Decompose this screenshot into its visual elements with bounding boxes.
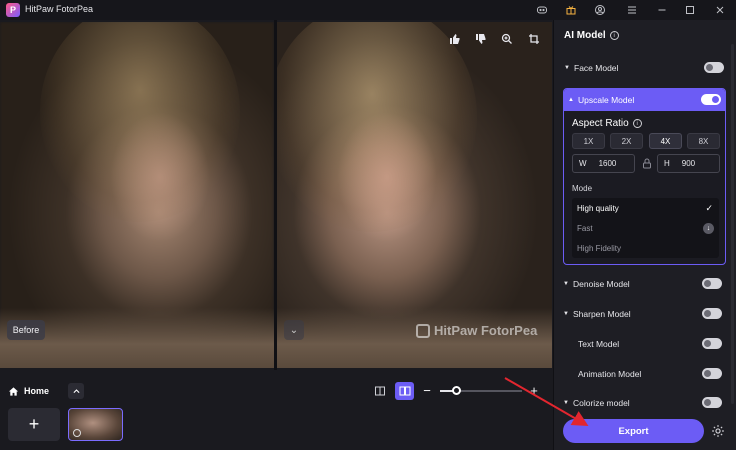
text-model-label: Text Model — [578, 339, 620, 349]
aspect-ratio-title: Aspect Ratio i — [572, 118, 642, 129]
settings-icon[interactable] — [711, 424, 725, 438]
thumbs-down-icon[interactable] — [473, 31, 489, 47]
caret-down-icon: ▼ — [563, 400, 569, 406]
aspect-ratio-label: Aspect Ratio — [572, 118, 629, 129]
check-icon: ✓ — [705, 202, 713, 213]
animation-model-row[interactable]: Animation Model — [563, 363, 722, 385]
animation-model-toggle[interactable] — [702, 368, 722, 379]
info-icon[interactable]: i — [609, 31, 619, 40]
gift-icon[interactable] — [563, 2, 579, 18]
zoom-slider-handle[interactable] — [452, 386, 461, 395]
height-field[interactable]: H 900 — [657, 154, 720, 173]
width-field[interactable]: W 1600 — [572, 154, 635, 173]
upscale-model-label: Upscale Model — [578, 95, 635, 105]
image-thumbnail[interactable] — [68, 408, 123, 441]
export-button[interactable]: Export — [563, 419, 704, 443]
upscale-model-toggle[interactable] — [701, 94, 721, 105]
denoise-model-toggle[interactable] — [702, 278, 722, 289]
sharpen-model-label: Sharpen Model — [573, 309, 631, 319]
split-view-button[interactable] — [372, 383, 388, 399]
minimize-icon[interactable] — [654, 2, 670, 18]
mode-label: Mode — [572, 184, 593, 193]
height-label: H — [664, 159, 670, 168]
text-model-row[interactable]: Text Model — [563, 333, 722, 355]
lock-icon[interactable] — [641, 157, 653, 170]
face-model-label: Face Model — [574, 63, 619, 73]
scale-2x-button[interactable]: 2X — [610, 133, 643, 149]
before-label: Before — [7, 320, 45, 340]
scale-4x-button[interactable]: 4X — [649, 133, 682, 149]
discord-icon[interactable] — [534, 2, 550, 18]
mode-high-fidelity-label: High Fidelity — [577, 243, 622, 253]
caret-up-icon: ▲ — [568, 97, 574, 103]
app-title: HitPaw FotorPea — [25, 4, 94, 14]
width-label: W — [579, 159, 587, 168]
animation-model-label: Animation Model — [578, 369, 642, 379]
face-model-row[interactable]: ▼ Face Model — [564, 57, 724, 79]
scale-8x-button[interactable]: 8X — [687, 133, 720, 149]
add-image-button[interactable]: + — [8, 408, 60, 441]
panel-scrollbar[interactable] — [731, 44, 734, 404]
zoom-icon[interactable] — [499, 31, 515, 47]
split-view-icon — [375, 386, 385, 396]
download-icon[interactable]: ↓ — [703, 222, 714, 234]
caret-down-icon: ▼ — [564, 65, 570, 71]
before-image — [0, 22, 274, 368]
face-model-toggle[interactable] — [704, 62, 724, 73]
side-by-side-icon — [399, 386, 410, 396]
menu-icon[interactable] — [624, 2, 640, 18]
collapse-button[interactable] — [68, 383, 84, 399]
colorize-model-row[interactable]: ▼ Colorize model — [563, 392, 722, 414]
watermark-logo-icon — [416, 323, 430, 338]
height-value: 900 — [681, 159, 696, 168]
scale-1x-button[interactable]: 1X — [572, 133, 605, 149]
processing-icon — [73, 429, 81, 437]
zoom-in-button[interactable]: + — [528, 382, 540, 398]
denoise-model-label: Denoise Model — [573, 279, 630, 289]
info-icon[interactable]: i — [632, 119, 642, 128]
mode-list: High quality ✓ Fast ↓ High Fidelity — [572, 198, 719, 258]
watermark: HitPaw FotorPea — [416, 323, 537, 338]
bottom-bar: Home + − + — [0, 370, 552, 450]
account-icon[interactable] — [592, 2, 608, 18]
home-button[interactable]: Home — [8, 382, 60, 400]
maximize-icon[interactable] — [682, 2, 698, 18]
chevron-down-icon[interactable]: ⌄ — [284, 320, 304, 340]
colorize-model-label: Colorize model — [573, 398, 630, 408]
home-icon — [8, 386, 19, 396]
after-image — [277, 22, 552, 368]
caret-down-icon: ▼ — [563, 311, 569, 317]
panel-title-text: AI Model — [564, 30, 606, 41]
app-logo: P — [6, 3, 20, 17]
text-model-toggle[interactable] — [702, 338, 722, 349]
crop-icon[interactable] — [526, 31, 542, 47]
side-by-side-button[interactable] — [395, 382, 414, 400]
home-label: Home — [24, 386, 50, 396]
sharpen-model-row[interactable]: ▼ Sharpen Model — [563, 303, 722, 325]
zoom-slider[interactable] — [440, 386, 522, 395]
colorize-model-toggle[interactable] — [702, 397, 722, 408]
panel-title: AI Model i — [564, 30, 619, 41]
preview-canvas[interactable] — [0, 20, 552, 370]
mode-high-quality[interactable]: High quality ✓ — [572, 198, 719, 218]
watermark-text: HitPaw FotorPea — [434, 323, 538, 338]
mode-high-fidelity[interactable]: High Fidelity — [572, 238, 719, 258]
mode-fast-label: Fast — [577, 223, 593, 233]
denoise-model-row[interactable]: ▼ Denoise Model — [563, 273, 722, 295]
title-bar: P HitPaw FotorPea — [0, 0, 736, 20]
mode-high-quality-label: High quality — [577, 203, 619, 213]
mode-fast[interactable]: Fast ↓ — [572, 218, 719, 238]
upscale-model-row[interactable]: ▲ Upscale Model — [564, 89, 725, 111]
upscale-model-section: ▲ Upscale Model Aspect Ratio i 1X 2X 4X … — [563, 88, 726, 265]
close-icon[interactable] — [712, 2, 728, 18]
thumbs-up-icon[interactable] — [447, 31, 463, 47]
width-value: 1600 — [598, 159, 617, 168]
zoom-out-button[interactable]: − — [422, 382, 432, 398]
sharpen-model-toggle[interactable] — [702, 308, 722, 319]
chevron-up-icon — [72, 388, 80, 393]
caret-down-icon: ▼ — [563, 281, 569, 287]
